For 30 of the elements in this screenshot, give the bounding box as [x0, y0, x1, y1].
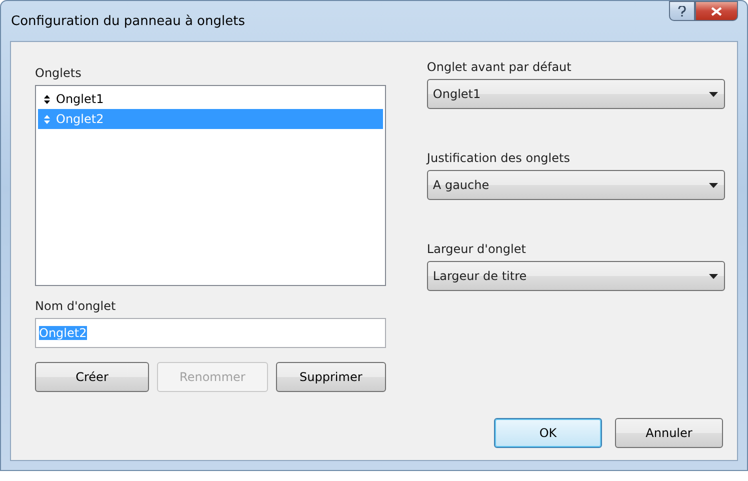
dropdown-label: Largeur d'onglet [426, 242, 527, 256]
ok-button[interactable]: OK [494, 418, 602, 448]
tab-list[interactable]: Onglet1 Onglet2 [35, 85, 386, 286]
dropdown-value: A gauche [432, 178, 490, 192]
dropdown-label: Onglet avant par défaut [426, 60, 572, 74]
list-item-label: Onglet2 [56, 112, 104, 126]
action-button[interactable]: Créer [35, 362, 149, 392]
help-button[interactable] [669, 1, 695, 21]
window-title: Configuration du panneau à onglets [11, 14, 245, 29]
list-item-label: Onglet1 [56, 92, 104, 106]
dropdown-value: Onglet1 [432, 87, 481, 101]
dropdown[interactable]: A gauche [426, 170, 725, 200]
close-button[interactable] [695, 1, 738, 21]
dropdown-arrow-icon [709, 92, 718, 96]
list-label: Onglets [35, 66, 82, 80]
dropdown-arrow-icon [709, 182, 718, 188]
dropdown-value: Largeur de titre [432, 269, 527, 283]
dropdown[interactable]: Largeur de titre [426, 261, 725, 291]
field-value: Onglet2 [39, 326, 87, 340]
up-down-arrows-icon [44, 114, 50, 124]
dropdown-label: Justification des onglets [426, 151, 571, 165]
dropdown[interactable]: Onglet1 [426, 79, 725, 109]
up-down-arrows-icon [44, 94, 50, 104]
close-icon [711, 6, 722, 16]
cancel-button[interactable]: Annuler [615, 418, 723, 448]
field-label: Nom d'onglet [35, 299, 117, 313]
action-button[interactable]: Supprimer [276, 362, 386, 392]
dropdown-arrow-icon [709, 274, 718, 278]
list-item[interactable]: Onglet1 [38, 89, 383, 109]
help-icon [678, 6, 686, 16]
